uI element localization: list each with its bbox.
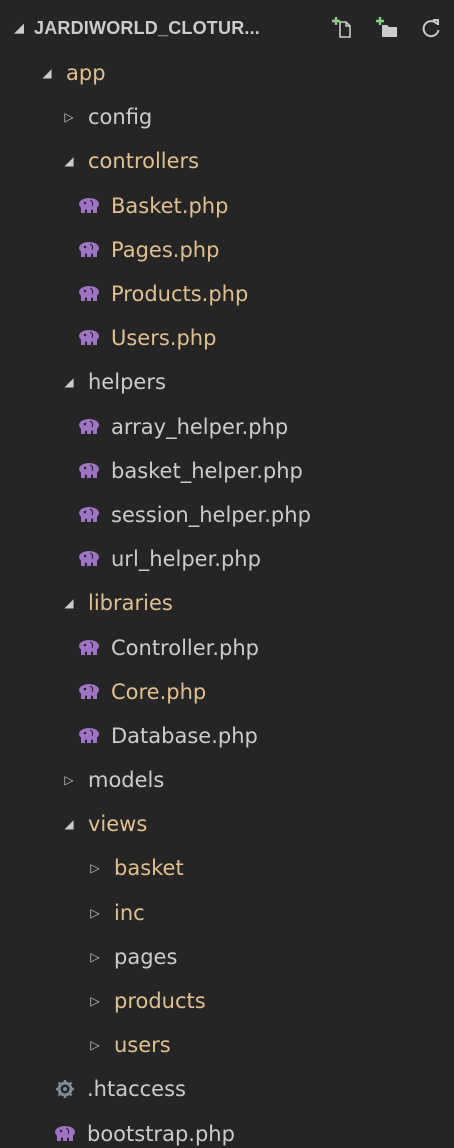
chevron-right-icon[interactable]: ▷	[86, 1036, 104, 1054]
tree-file[interactable]: Basket.php	[0, 184, 454, 228]
tree-item-label: inc	[114, 900, 145, 925]
tree-folder[interactable]: ◢ helpers	[0, 360, 454, 404]
tree-item-label: array_helper.php	[111, 414, 289, 439]
php-elephant-icon	[76, 726, 102, 746]
tree-item-label: controllers	[88, 149, 200, 174]
tree-file[interactable]: Pages.php	[0, 228, 454, 272]
php-elephant-icon	[76, 196, 102, 216]
tree-item-label: url_helper.php	[111, 547, 261, 572]
tree-file[interactable]: session_helper.php	[0, 493, 454, 537]
tree-file[interactable]: Users.php	[0, 316, 454, 360]
explorer-header[interactable]: ◢ JARDIWORLD_CLOTUR...	[0, 0, 454, 56]
tree-folder[interactable]: ◢ libraries	[0, 581, 454, 625]
tree-file[interactable]: basket_helper.php	[0, 449, 454, 493]
chevron-right-icon[interactable]: ▷	[86, 992, 104, 1010]
tree-folder[interactable]: ▷ models	[0, 758, 454, 802]
tree-item-label: users	[114, 1033, 171, 1058]
tree-item-label: .htaccess	[87, 1077, 186, 1102]
tree-file[interactable]: Database.php	[0, 714, 454, 758]
tree-item-label: views	[88, 812, 148, 837]
php-elephant-icon	[76, 505, 102, 525]
tree-folder[interactable]: ▷ inc	[0, 891, 454, 935]
file-explorer: ◢ JARDIWORLD_CLOTUR... ◢ app ▷ config ◢ …	[0, 0, 454, 1148]
chevron-right-icon[interactable]: ▷	[86, 948, 104, 966]
tree-file[interactable]: url_helper.php	[0, 537, 454, 581]
tree-item-label: bootstrap.php	[87, 1121, 235, 1146]
tree-file[interactable]: .htaccess	[0, 1067, 454, 1111]
tree-item-label: config	[88, 105, 153, 130]
chevron-down-icon[interactable]: ◢	[60, 815, 78, 833]
tree-item-label: Controller.php	[111, 635, 260, 660]
refresh-icon[interactable]	[418, 15, 444, 41]
tree-folder[interactable]: ◢ controllers	[0, 139, 454, 183]
tree-item-label: Users.php	[111, 326, 217, 351]
tree-item-label: helpers	[88, 370, 166, 395]
tree-item-label: session_helper.php	[111, 502, 311, 527]
chevron-right-icon[interactable]: ▷	[86, 859, 104, 877]
tree-file[interactable]: Core.php	[0, 670, 454, 714]
tree-file[interactable]: array_helper.php	[0, 405, 454, 449]
tree-item-label: app	[66, 61, 106, 86]
tree-item-label: Core.php	[111, 679, 207, 704]
new-file-icon[interactable]	[330, 15, 356, 41]
php-elephant-icon	[76, 328, 102, 348]
tree-folder[interactable]: ▷ basket	[0, 846, 454, 890]
php-elephant-icon	[76, 284, 102, 304]
tree-item-label: basket	[114, 856, 184, 881]
tree-item-label: libraries	[88, 591, 173, 616]
tree-folder[interactable]: ▷ config	[0, 95, 454, 139]
workspace-title[interactable]: JARDIWORLD_CLOTUR...	[34, 18, 330, 39]
tree-folder[interactable]: ◢ app	[0, 51, 454, 95]
tree-item-label: products	[114, 989, 206, 1014]
chevron-down-icon[interactable]: ◢	[60, 594, 78, 612]
php-elephant-icon	[76, 682, 102, 702]
chevron-down-icon[interactable]: ◢	[60, 152, 78, 170]
header-actions	[330, 15, 444, 41]
php-elephant-icon	[76, 417, 102, 437]
tree-folder[interactable]: ▷ products	[0, 979, 454, 1023]
tree-item-label: pages	[114, 944, 178, 969]
tree-file[interactable]: bootstrap.php	[0, 1112, 454, 1148]
collapse-arrow-icon[interactable]: ◢	[14, 21, 34, 36]
tree-item-label: basket_helper.php	[111, 458, 303, 483]
chevron-right-icon[interactable]: ▷	[86, 904, 104, 922]
php-elephant-icon	[76, 240, 102, 260]
chevron-down-icon[interactable]: ◢	[38, 64, 56, 82]
chevron-down-icon[interactable]: ◢	[60, 373, 78, 391]
chevron-right-icon[interactable]: ▷	[60, 771, 78, 789]
file-tree: ◢ app ▷ config ◢ controllers Basket.php Pages.p…	[0, 51, 454, 1148]
tree-folder[interactable]: ▷ users	[0, 1023, 454, 1067]
tree-item-label: Database.php	[111, 723, 258, 748]
php-elephant-icon	[76, 638, 102, 658]
tree-folder[interactable]: ◢ views	[0, 802, 454, 846]
tree-item-label: Basket.php	[111, 193, 229, 218]
php-elephant-icon	[76, 461, 102, 481]
tree-item-label: Pages.php	[111, 237, 220, 262]
chevron-right-icon[interactable]: ▷	[60, 108, 78, 126]
php-elephant-icon	[52, 1124, 78, 1144]
tree-file[interactable]: Controller.php	[0, 625, 454, 669]
php-elephant-icon	[76, 549, 102, 569]
new-folder-icon[interactable]	[374, 15, 400, 41]
tree-item-label: models	[88, 768, 165, 793]
tree-file[interactable]: Products.php	[0, 272, 454, 316]
tree-item-label: Products.php	[111, 282, 249, 307]
gear-icon	[52, 1079, 78, 1099]
tree-folder[interactable]: ▷ pages	[0, 935, 454, 979]
